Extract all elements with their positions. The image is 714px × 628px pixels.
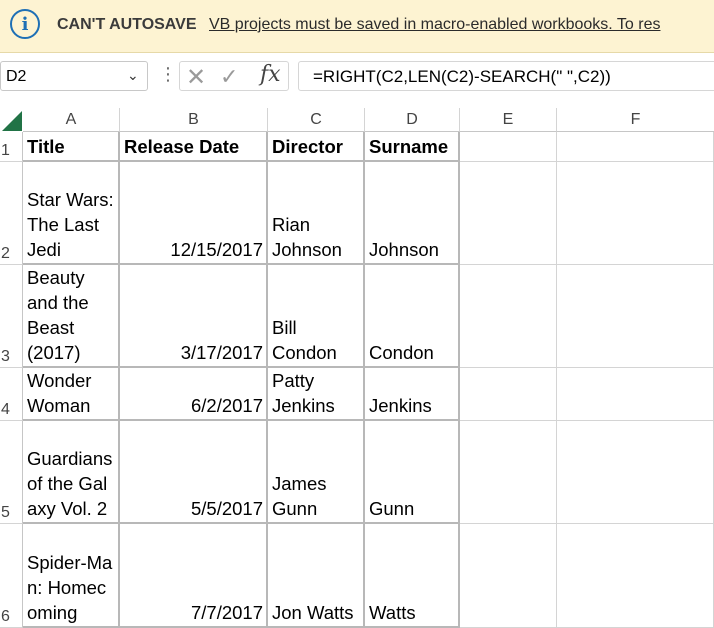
cell-d5[interactable]: Gunn [365,421,460,524]
column-header-a[interactable]: A [23,108,120,132]
cell-f1[interactable] [557,132,714,162]
cell-b3[interactable]: 3/17/2017 [120,265,268,368]
cell-f3[interactable] [557,265,714,368]
column-header-f[interactable]: F [557,108,714,132]
cell-d3[interactable]: Condon [365,265,460,368]
cell-b6[interactable]: 7/7/2017 [120,524,268,628]
cell-e1[interactable] [460,132,557,162]
insert-function-icon[interactable]: fx [260,62,281,87]
cancel-icon[interactable]: ✕ [186,63,206,92]
cell-b1[interactable]: Release Date [120,132,268,162]
cell-e3[interactable] [460,265,557,368]
cell-b4[interactable]: 6/2/2017 [120,368,268,421]
info-bar-message-link[interactable]: VB projects must be saved in macro-enabl… [209,16,660,34]
row-header-3[interactable]: 3 [0,265,23,368]
column-header-b[interactable]: B [120,108,268,132]
name-box-value: D2 [6,68,27,85]
cell-a1[interactable]: Title [23,132,120,162]
select-all-triangle-icon [2,111,22,131]
formula-input[interactable]: =RIGHT(C2,LEN(C2)-SEARCH(" ",C2)) [298,61,714,91]
column-header-e[interactable]: E [460,108,557,132]
cell-d1[interactable]: Surname [365,132,460,162]
formula-buttons: ✕ ✓ fx [179,61,289,91]
cell-c3[interactable]: Bill Condon [268,265,365,368]
worksheet-grid: A B C D E F 1 2 3 4 5 6 Title Release Da… [0,108,714,628]
cell-a5[interactable]: Guardians of the Galaxy Vol. 2 [23,421,120,524]
cell-d4[interactable]: Jenkins [365,368,460,421]
cell-a6[interactable]: Spider-Man: Homecoming [23,524,120,628]
row-header-4[interactable]: 4 [0,368,23,421]
select-all-button[interactable] [0,108,23,132]
cell-f4[interactable] [557,368,714,421]
cell-e5[interactable] [460,421,557,524]
cell-a3[interactable]: Beauty and the Beast (2017) [23,265,120,368]
cell-c5[interactable]: James Gunn [268,421,365,524]
chevron-down-icon[interactable]: ⌄ [127,67,139,84]
cell-a4[interactable]: Wonder Woman [23,368,120,421]
column-header-c[interactable]: C [268,108,365,132]
more-options-icon[interactable]: ⋮ [159,64,177,85]
cell-c6[interactable]: Jon Watts [268,524,365,628]
column-header-d[interactable]: D [365,108,460,132]
row-header-5[interactable]: 5 [0,421,23,524]
cell-d2[interactable]: Johnson [365,162,460,265]
cell-f6[interactable] [557,524,714,628]
cell-e4[interactable] [460,368,557,421]
cell-b2[interactable]: 12/15/2017 [120,162,268,265]
cell-b5[interactable]: 5/5/2017 [120,421,268,524]
info-bar-title: CAN'T AUTOSAVE [57,16,197,33]
cell-f2[interactable] [557,162,714,265]
info-icon: i [10,9,40,39]
cell-f5[interactable] [557,421,714,524]
name-box[interactable]: D2 ⌄ [0,61,148,91]
cell-e6[interactable] [460,524,557,628]
enter-check-icon[interactable]: ✓ [220,64,238,90]
row-header-2[interactable]: 2 [0,162,23,265]
cell-a2[interactable]: Star Wars: The Last Jedi [23,162,120,265]
row-header-6[interactable]: 6 [0,524,23,628]
cell-c2[interactable]: Rian Johnson [268,162,365,265]
cell-e2[interactable] [460,162,557,265]
formula-text: =RIGHT(C2,LEN(C2)-SEARCH(" ",C2)) [313,67,611,86]
cell-c1[interactable]: Director [268,132,365,162]
cell-c4[interactable]: Patty Jenkins [268,368,365,421]
row-header-1[interactable]: 1 [0,132,23,162]
autosave-info-bar: i CAN'T AUTOSAVE VB projects must be sav… [0,0,714,53]
cell-d6[interactable]: Watts [365,524,460,628]
